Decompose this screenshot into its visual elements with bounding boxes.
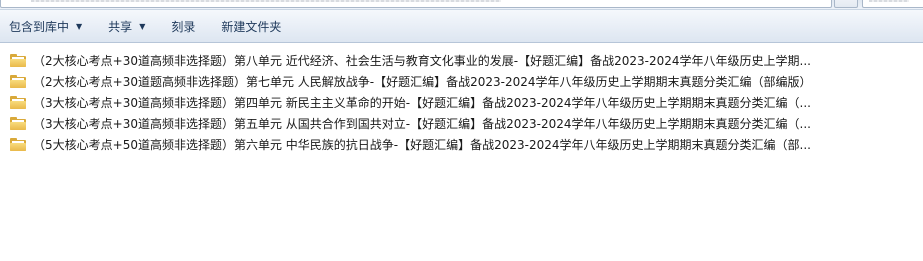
list-item[interactable]: （3大核心考点+30道高频非选择题）第五单元 从国共合作到国共对立-【好题汇编】… xyxy=(0,113,923,134)
list-item[interactable]: （3大核心考点+30道高频非选择题）第四单元 新民主主义革命的开始-【好题汇编】… xyxy=(0,92,923,113)
chevron-down-icon: ▼ xyxy=(76,21,83,31)
refresh-button[interactable] xyxy=(834,0,858,8)
folder-icon xyxy=(10,138,26,151)
address-bar[interactable] xyxy=(0,0,832,8)
include-in-library-button[interactable]: 包含到库中 ▼ xyxy=(2,14,89,38)
burn-button[interactable]: 刻录 xyxy=(164,14,202,38)
file-name: （2大核心考点+30道高频非选择题）第八单元 近代经济、社会生活与教育文化事业的… xyxy=(33,54,811,68)
new-folder-button[interactable]: 新建文件夹 xyxy=(214,14,288,38)
search-placeholder-blurred xyxy=(869,0,909,2)
folder-icon xyxy=(10,75,26,88)
share-label: 共享 xyxy=(108,19,133,34)
file-list: （2大核心考点+30道高频非选择题）第八单元 近代经济、社会生活与教育文化事业的… xyxy=(0,50,923,155)
list-item[interactable]: （2大核心考点+30道题高频非选择题）第七单元 人民解放战争-【好题汇编】备战2… xyxy=(0,71,923,92)
burn-label: 刻录 xyxy=(171,19,196,34)
new-folder-label: 新建文件夹 xyxy=(221,19,282,34)
folder-icon xyxy=(10,54,26,67)
address-path-blurred xyxy=(31,0,501,2)
navigation-bar xyxy=(0,0,923,10)
share-button[interactable]: 共享 ▼ xyxy=(101,14,152,38)
folder-icon xyxy=(10,96,26,109)
file-name: （2大核心考点+30道题高频非选择题）第七单元 人民解放战争-【好题汇编】备战2… xyxy=(33,75,812,89)
file-name: （3大核心考点+30道高频非选择题）第四单元 新民主主义革命的开始-【好题汇编】… xyxy=(33,96,811,110)
file-name: （5大核心考点+50道高频非选择题）第六单元 中华民族的抗日战争-【好题汇编】备… xyxy=(33,138,811,152)
folder-icon xyxy=(10,117,26,130)
list-item[interactable]: （5大核心考点+50道高频非选择题）第六单元 中华民族的抗日战争-【好题汇编】备… xyxy=(0,134,923,155)
search-input[interactable] xyxy=(862,0,923,8)
include-in-library-label: 包含到库中 xyxy=(9,19,70,34)
file-name: （3大核心考点+30道高频非选择题）第五单元 从国共合作到国共对立-【好题汇编】… xyxy=(33,117,811,131)
chevron-down-icon: ▼ xyxy=(139,21,146,31)
list-item[interactable]: （2大核心考点+30道高频非选择题）第八单元 近代经济、社会生活与教育文化事业的… xyxy=(0,50,923,71)
command-toolbar: 包含到库中 ▼ 共享 ▼ 刻录 新建文件夹 xyxy=(0,10,923,43)
